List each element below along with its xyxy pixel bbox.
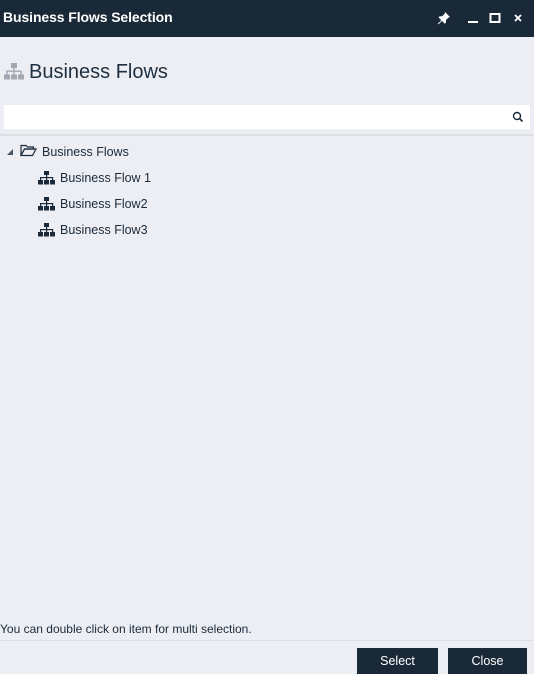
window-title: Business Flows Selection <box>3 9 173 25</box>
tree-item-business-flow2[interactable]: Business Flow2 <box>38 194 148 214</box>
pin-icon <box>437 12 450 25</box>
tree-item-label: Business Flow3 <box>60 223 148 237</box>
divider <box>0 134 534 136</box>
minimize-button[interactable] <box>463 8 483 28</box>
tree-root-business-flows[interactable]: Business Flows <box>5 142 129 162</box>
search-input[interactable] <box>4 105 504 129</box>
page-title: Business Flows <box>29 60 168 83</box>
hierarchy-icon <box>38 197 55 211</box>
select-button[interactable]: Select <box>357 648 438 674</box>
minimize-icon <box>468 21 478 23</box>
tree-item-label: Business Flow 1 <box>60 171 152 185</box>
business-flows-selection-window: Business Flows Selection Business Flows … <box>0 0 534 674</box>
tree-item-label: Business Flow2 <box>60 197 148 211</box>
pin-button[interactable] <box>434 8 454 28</box>
close-button[interactable]: Close <box>448 648 527 674</box>
hierarchy-icon <box>38 223 55 237</box>
close-icon <box>514 14 522 22</box>
hierarchy-icon <box>38 171 55 185</box>
maximize-icon <box>489 13 501 23</box>
tree-item-business-flow-1[interactable]: Business Flow 1 <box>38 168 151 188</box>
maximize-button[interactable] <box>485 8 505 28</box>
tree-item-business-flow3[interactable]: Business Flow3 <box>38 220 148 240</box>
footer-divider <box>0 640 534 641</box>
folder-open-icon <box>19 144 38 160</box>
triangle-down-icon <box>7 149 13 155</box>
tree-root-label: Business Flows <box>42 145 129 159</box>
hierarchy-icon <box>4 63 24 80</box>
title-bar[interactable]: Business Flows Selection <box>0 0 534 37</box>
expand-toggle[interactable] <box>5 147 15 157</box>
close-window-button[interactable] <box>508 8 528 28</box>
search-box <box>4 105 530 129</box>
search-icon[interactable] <box>512 111 524 123</box>
multi-selection-hint: You can double click on item for multi s… <box>0 622 252 636</box>
page-header: Business Flows <box>4 59 168 85</box>
